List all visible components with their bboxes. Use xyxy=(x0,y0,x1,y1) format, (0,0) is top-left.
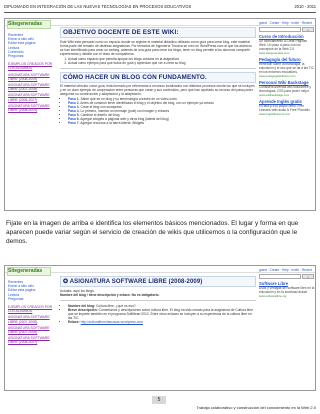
blog-entry-link[interactable]: Enlace: http://culturalibrenlascosas.wor… xyxy=(68,320,256,324)
ad-url[interactable]: www.englishlessons.com xyxy=(259,112,315,117)
search-button[interactable]: ⌕ xyxy=(302,27,314,32)
ads-column: Software Libre Usos y ventajas del softwa… xyxy=(259,281,315,301)
ad-block: Personal Wiki Backstage Considera diversa… xyxy=(259,80,315,98)
wiki-main: OBJETIVO DOCENTE DE ESTE WIKI: Este Wiki… xyxy=(60,27,256,125)
wiki-sidebar: Recientes Entrar a sitio wiki Editar esta … xyxy=(8,33,56,114)
ad-block: Software Libre Usos y ventajas del softwa… xyxy=(259,281,315,299)
divider xyxy=(60,67,256,69)
wiki-topbar: Sitegeneradas guest · Create · Help · In… xyxy=(5,19,315,29)
step-item[interactable]: Paso 7. Agregar recursos a la barra late… xyxy=(68,121,256,125)
document-header: DIPLOMADO EN INTEGRACIÓN DE LAS NUEVAS T… xyxy=(4,4,316,14)
sidebar-link[interactable]: ASIGNATURA SOFTWARE LIBRE (2007-2008) xyxy=(8,83,56,91)
wiki-main: ✪ ASIGNATURA SOFTWARE LIBRE (2008-2009) … xyxy=(60,276,256,324)
page-title: ✪ ASIGNATURA SOFTWARE LIBRE (2008-2009) xyxy=(63,279,203,285)
site-logo[interactable]: Sitegeneradas xyxy=(8,268,42,274)
sidebar-link[interactable]: ASIGNATURA SOFTWARE LIBRE (2007-2008) xyxy=(8,326,56,334)
sidebar-link[interactable]: EJEMPLOS CREADOS POR LOS ALUMNOS xyxy=(8,62,56,70)
blog-entry-list: Nombre del blog: Cultura libre, ¿qué es … xyxy=(60,304,256,324)
sidebar-link[interactable]: EJEMPLOS CREADOS POR LOS ALUMNOS xyxy=(8,305,56,313)
search-button[interactable]: ⌕ xyxy=(302,274,314,279)
section-body-objetivo: Este Wiki está pensado como un espacio d… xyxy=(60,39,252,56)
header-year: 2010 - 2011 xyxy=(294,4,316,9)
search-input[interactable] xyxy=(259,274,301,279)
title-box-2: CÓMO HACER UN BLOG CON FUNDAMENTO. xyxy=(60,71,256,83)
site-logo[interactable]: Sitegeneradas xyxy=(8,21,42,27)
footer-text: Trabajo colaborativo y construcción del … xyxy=(196,405,316,410)
title-box: ✪ ASIGNATURA SOFTWARE LIBRE (2008-2009) xyxy=(60,276,256,287)
page-number: 5 xyxy=(152,396,166,404)
sidebar-link[interactable]: ASIGNATURA SOFTWARE LIBRE (2008-2009) xyxy=(8,73,56,81)
ad-url[interactable]: www.sitegeneradas.com xyxy=(259,51,315,56)
ad-text: Un acercamiento a Crear Páginas Web. Un … xyxy=(259,38,308,51)
wiki-sidebar: Recientes Entrar a sitio wiki Editar esta … xyxy=(8,280,56,347)
ads-column: Curso de Introducción Un acercamiento a C… xyxy=(259,34,315,119)
top-links[interactable]: guest · Create · Help · Invite · Recent xyxy=(259,268,312,272)
meta-line-2: Nombre del blog / tiene descripción y en… xyxy=(60,293,160,298)
section-title-blog: CÓMO HACER UN BLOG CON FUNDAMENTO. xyxy=(63,73,207,81)
divider xyxy=(60,300,256,302)
blog-entry-description: Breve descripción: Comentarios y descrip… xyxy=(68,308,256,320)
wiki-screenshot-1: Sitegeneradas guest · Create · Help · In… xyxy=(4,18,316,211)
caption-text: Fijate en la imagen de arriba e identifi… xyxy=(6,220,299,245)
sidebar-link[interactable]: ASIGNATURA SOFTWARE LIBRE (2006-2007) xyxy=(8,93,56,101)
title-box-1: OBJETIVO DOCENTE DE ESTE WIKI: xyxy=(60,27,256,38)
objective-list: Actual como espacio que permita apoyar l… xyxy=(60,57,256,65)
ad-url[interactable]: www.pedagogiadelfuturo.com xyxy=(259,74,315,79)
ad-url[interactable]: www.wikibackstage.com xyxy=(259,93,315,98)
ad-text: Reflexión sobre la tecnología, la educac… xyxy=(259,61,314,74)
ad-block: Pedagogía del futuro Reflexión sobre la t… xyxy=(259,57,315,79)
top-links[interactable]: guest · Create · Help · Invite · Recent xyxy=(259,21,312,25)
sidebar-link[interactable]: ASIGNATURA SOFTWARE LIBRE (2008-2009) xyxy=(8,104,56,112)
section-body-blog: El material ofrecido como guía, está for… xyxy=(60,84,255,96)
ad-block: Curso de Introducción Un acercamiento a C… xyxy=(259,34,315,56)
search-input[interactable] xyxy=(259,27,301,32)
header-rule xyxy=(4,12,316,13)
sidebar-link[interactable]: ASIGNATURA SOFTWARE LIBRE (2007-2008) xyxy=(8,315,56,323)
section-title-objetivo: OBJETIVO DOCENTE DE ESTE WIKI: xyxy=(63,29,179,36)
objective-item: Actual como ejemplo para que todos de gu… xyxy=(68,61,256,65)
header-title: DIPLOMADO EN INTEGRACIÓN DE LAS NUEVAS T… xyxy=(4,4,192,9)
ad-block: Aprende Inglés gratis Es fácil y a tu pro… xyxy=(259,99,315,117)
sidebar-link[interactable]: ASIGNATURA SOFTWARE LIBRE (2006-2007) xyxy=(8,336,56,344)
wiki-screenshot-2: Sitegeneradas guest · Create · Help · In… xyxy=(4,265,316,391)
steps-list: Paso 1. Saber qué es un blog y su termin… xyxy=(60,97,256,125)
wiki-topbar: Sitegeneradas guest · Create · Help · In… xyxy=(5,266,315,276)
ad-url[interactable]: www.softwarelibre.org xyxy=(259,294,315,299)
star-icon: ✪ xyxy=(63,279,69,285)
